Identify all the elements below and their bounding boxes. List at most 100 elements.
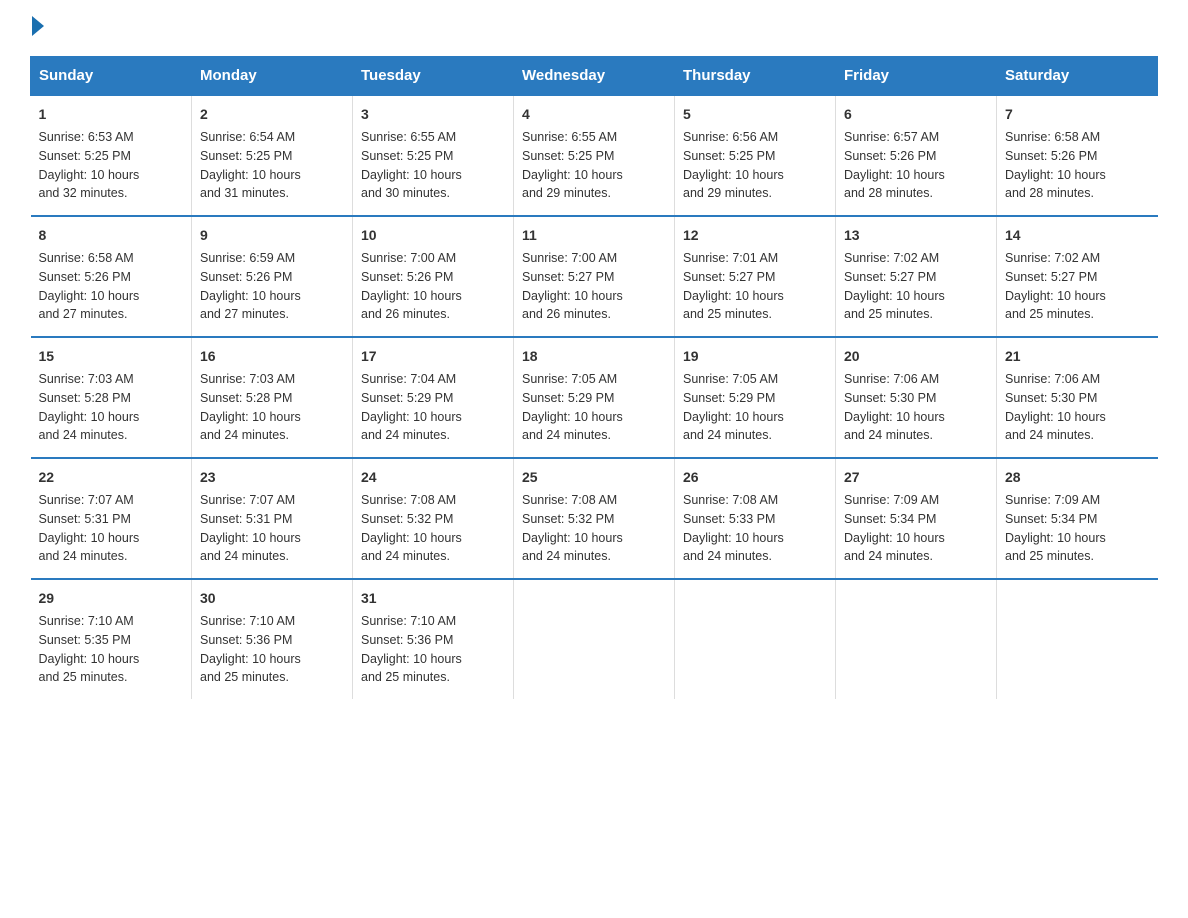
day-info: Sunrise: 7:09 AM Sunset: 5:34 PM Dayligh… (844, 491, 988, 566)
day-info: Sunrise: 7:05 AM Sunset: 5:29 PM Dayligh… (683, 370, 827, 445)
calendar-cell: 2 Sunrise: 6:54 AM Sunset: 5:25 PM Daylig… (192, 95, 353, 216)
day-header-sunday: Sunday (31, 57, 192, 96)
calendar-cell: 22Sunrise: 7:07 AM Sunset: 5:31 PM Dayli… (31, 458, 192, 579)
day-number: 17 (361, 346, 505, 367)
day-number: 6 (844, 104, 988, 125)
calendar-week-row: 8 Sunrise: 6:58 AM Sunset: 5:26 PM Daylig… (31, 216, 1158, 337)
day-info: Sunrise: 7:08 AM Sunset: 5:32 PM Dayligh… (361, 491, 505, 566)
day-number: 13 (844, 225, 988, 246)
day-header-saturday: Saturday (997, 57, 1158, 96)
day-number: 19 (683, 346, 827, 367)
calendar-cell: 1Sunrise: 6:53 AM Sunset: 5:25 PM Daylig… (31, 95, 192, 216)
day-number: 24 (361, 467, 505, 488)
calendar-cell: 30 Sunrise: 7:10 AM Sunset: 5:36 PM Dayli… (192, 579, 353, 699)
day-info: Sunrise: 7:06 AM Sunset: 5:30 PM Dayligh… (844, 370, 988, 445)
calendar-cell: 12 Sunrise: 7:01 AM Sunset: 5:27 PM Dayli… (675, 216, 836, 337)
day-info: Sunrise: 7:10 AM Sunset: 5:35 PM Dayligh… (39, 612, 184, 687)
calendar-cell: 25 Sunrise: 7:08 AM Sunset: 5:32 PM Dayli… (514, 458, 675, 579)
day-number: 3 (361, 104, 505, 125)
day-number: 12 (683, 225, 827, 246)
day-info: Sunrise: 7:00 AM Sunset: 5:27 PM Dayligh… (522, 249, 666, 324)
calendar-cell: 16 Sunrise: 7:03 AM Sunset: 5:28 PM Dayli… (192, 337, 353, 458)
day-info: Sunrise: 7:03 AM Sunset: 5:28 PM Dayligh… (39, 370, 184, 445)
day-info: Sunrise: 7:00 AM Sunset: 5:26 PM Dayligh… (361, 249, 505, 324)
day-number: 28 (1005, 467, 1150, 488)
day-header-tuesday: Tuesday (353, 57, 514, 96)
logo-arrow-icon (32, 16, 44, 36)
day-info: Sunrise: 7:10 AM Sunset: 5:36 PM Dayligh… (200, 612, 344, 687)
calendar-cell: 13Sunrise: 7:02 AM Sunset: 5:27 PM Dayli… (836, 216, 997, 337)
calendar-cell: 14Sunrise: 7:02 AM Sunset: 5:27 PM Dayli… (997, 216, 1158, 337)
day-number: 11 (522, 225, 666, 246)
day-info: Sunrise: 7:02 AM Sunset: 5:27 PM Dayligh… (1005, 249, 1150, 324)
day-number: 21 (1005, 346, 1150, 367)
day-header-monday: Monday (192, 57, 353, 96)
calendar-cell: 27 Sunrise: 7:09 AM Sunset: 5:34 PM Dayli… (836, 458, 997, 579)
calendar-cell: 15 Sunrise: 7:03 AM Sunset: 5:28 PM Dayli… (31, 337, 192, 458)
calendar-cell: 21Sunrise: 7:06 AM Sunset: 5:30 PM Dayli… (997, 337, 1158, 458)
day-info: Sunrise: 6:55 AM Sunset: 5:25 PM Dayligh… (522, 128, 666, 203)
calendar-cell: 7Sunrise: 6:58 AM Sunset: 5:26 PM Daylig… (997, 95, 1158, 216)
day-number: 15 (39, 346, 184, 367)
calendar-cell (514, 579, 675, 699)
calendar-cell: 18 Sunrise: 7:05 AM Sunset: 5:29 PM Dayli… (514, 337, 675, 458)
day-number: 8 (39, 225, 184, 246)
day-number: 2 (200, 104, 344, 125)
calendar-cell: 6 Sunrise: 6:57 AM Sunset: 5:26 PM Daylig… (836, 95, 997, 216)
day-info: Sunrise: 6:59 AM Sunset: 5:26 PM Dayligh… (200, 249, 344, 324)
day-number: 29 (39, 588, 184, 609)
calendar-cell: 4Sunrise: 6:55 AM Sunset: 5:25 PM Daylig… (514, 95, 675, 216)
day-info: Sunrise: 7:09 AM Sunset: 5:34 PM Dayligh… (1005, 491, 1150, 566)
day-info: Sunrise: 6:57 AM Sunset: 5:26 PM Dayligh… (844, 128, 988, 203)
day-info: Sunrise: 7:10 AM Sunset: 5:36 PM Dayligh… (361, 612, 505, 687)
logo (30, 20, 44, 36)
day-info: Sunrise: 7:08 AM Sunset: 5:32 PM Dayligh… (522, 491, 666, 566)
page-header (30, 20, 1158, 36)
day-info: Sunrise: 7:01 AM Sunset: 5:27 PM Dayligh… (683, 249, 827, 324)
day-info: Sunrise: 7:08 AM Sunset: 5:33 PM Dayligh… (683, 491, 827, 566)
day-info: Sunrise: 7:03 AM Sunset: 5:28 PM Dayligh… (200, 370, 344, 445)
day-header-wednesday: Wednesday (514, 57, 675, 96)
day-info: Sunrise: 7:05 AM Sunset: 5:29 PM Dayligh… (522, 370, 666, 445)
calendar-header-row: SundayMondayTuesdayWednesdayThursdayFrid… (31, 57, 1158, 96)
calendar-week-row: 15 Sunrise: 7:03 AM Sunset: 5:28 PM Dayli… (31, 337, 1158, 458)
day-number: 25 (522, 467, 666, 488)
calendar-cell: 5 Sunrise: 6:56 AM Sunset: 5:25 PM Daylig… (675, 95, 836, 216)
calendar-cell: 3 Sunrise: 6:55 AM Sunset: 5:25 PM Daylig… (353, 95, 514, 216)
day-info: Sunrise: 7:04 AM Sunset: 5:29 PM Dayligh… (361, 370, 505, 445)
day-header-friday: Friday (836, 57, 997, 96)
day-info: Sunrise: 6:56 AM Sunset: 5:25 PM Dayligh… (683, 128, 827, 203)
calendar-cell: 10 Sunrise: 7:00 AM Sunset: 5:26 PM Dayli… (353, 216, 514, 337)
day-number: 16 (200, 346, 344, 367)
calendar-cell: 23Sunrise: 7:07 AM Sunset: 5:31 PM Dayli… (192, 458, 353, 579)
calendar-cell: 26 Sunrise: 7:08 AM Sunset: 5:33 PM Dayli… (675, 458, 836, 579)
day-number: 18 (522, 346, 666, 367)
day-number: 30 (200, 588, 344, 609)
calendar-cell: 11 Sunrise: 7:00 AM Sunset: 5:27 PM Dayli… (514, 216, 675, 337)
calendar-cell: 29 Sunrise: 7:10 AM Sunset: 5:35 PM Dayli… (31, 579, 192, 699)
day-number: 5 (683, 104, 827, 125)
calendar-cell: 24 Sunrise: 7:08 AM Sunset: 5:32 PM Dayli… (353, 458, 514, 579)
day-info: Sunrise: 6:58 AM Sunset: 5:26 PM Dayligh… (39, 249, 184, 324)
calendar-cell: 28 Sunrise: 7:09 AM Sunset: 5:34 PM Dayli… (997, 458, 1158, 579)
day-info: Sunrise: 6:54 AM Sunset: 5:25 PM Dayligh… (200, 128, 344, 203)
calendar-cell (836, 579, 997, 699)
day-number: 1 (39, 104, 184, 125)
day-number: 20 (844, 346, 988, 367)
calendar-week-row: 1Sunrise: 6:53 AM Sunset: 5:25 PM Daylig… (31, 95, 1158, 216)
day-number: 9 (200, 225, 344, 246)
day-number: 27 (844, 467, 988, 488)
calendar-table: SundayMondayTuesdayWednesdayThursdayFrid… (30, 56, 1158, 699)
day-info: Sunrise: 6:55 AM Sunset: 5:25 PM Dayligh… (361, 128, 505, 203)
day-number: 26 (683, 467, 827, 488)
calendar-cell (675, 579, 836, 699)
day-number: 22 (39, 467, 184, 488)
calendar-week-row: 22 Sunrise: 7:07 AM Sunset: 5:31 PM Dayli… (31, 458, 1158, 579)
day-info: Sunrise: 7:07 AM Sunset: 5:31 PM Dayligh… (200, 491, 344, 566)
calendar-cell: 31 Sunrise: 7:10 AM Sunset: 5:36 PM Dayli… (353, 579, 514, 699)
day-number: 10 (361, 225, 505, 246)
calendar-cell: 20 Sunrise: 7:06 AM Sunset: 5:30 PM Dayli… (836, 337, 997, 458)
calendar-week-row: 29 Sunrise: 7:10 AM Sunset: 5:35 PM Dayli… (31, 579, 1158, 699)
day-number: 31 (361, 588, 505, 609)
calendar-cell: 9 Sunrise: 6:59 AM Sunset: 5:26 PM Daylig… (192, 216, 353, 337)
